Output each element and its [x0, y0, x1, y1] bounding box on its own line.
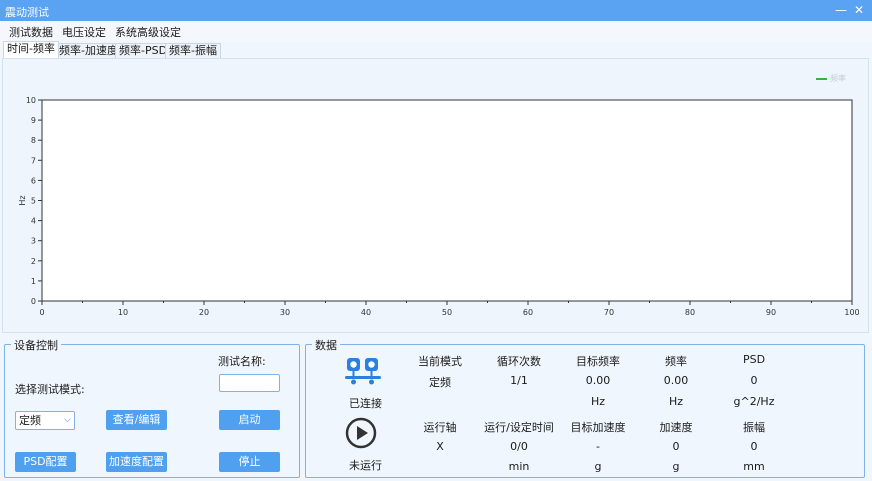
header-run-set-time: 运行/设定时间: [484, 421, 554, 434]
header-acceleration: 加速度: [659, 421, 693, 434]
connected-icon: [345, 358, 381, 385]
window-title: 震动测试: [5, 6, 49, 19]
title-bar: 震动测试 — ✕: [0, 0, 872, 21]
unit-target-frequency: Hz: [590, 395, 606, 408]
view-edit-button[interactable]: 查看/编辑: [106, 410, 167, 430]
plot-area: [41, 99, 853, 302]
stop-button[interactable]: 停止: [219, 452, 280, 472]
y-tick-label: 6: [31, 176, 36, 185]
y-axis-label: Hz: [18, 195, 27, 205]
value-frequency: 0.00: [663, 374, 689, 387]
acceleration-config-button[interactable]: 加速度配置: [106, 452, 167, 472]
tab-frequency-acceleration[interactable]: 频率-加速度: [55, 43, 122, 58]
value-cycle-count: 1/1: [510, 374, 528, 387]
menu-voltage-settings[interactable]: 电压设定: [62, 24, 106, 40]
y-tick-label: 3: [31, 237, 36, 246]
test-mode-select[interactable]: 定频 ⌵: [15, 411, 75, 430]
y-tick-label: 5: [31, 197, 36, 206]
x-tick-label: 10: [118, 308, 128, 317]
value-current-mode: 定频: [429, 376, 451, 389]
tab-frequency-psd[interactable]: 频率-PSD: [115, 43, 172, 58]
unit-acceleration: g: [672, 460, 680, 473]
chart-panel: 频率 0 10 20 30 40 50 60 70 80 90 100 0 1 2 3 4 5 6 7 8 9 10 Hz: [2, 58, 869, 333]
test-mode-value: 定频: [19, 414, 41, 427]
y-tick-label: 2: [31, 257, 36, 266]
y-tick-label: 1: [31, 277, 36, 286]
y-tick-label: 0: [31, 297, 36, 306]
header-current-mode: 当前模式: [418, 355, 462, 368]
close-button[interactable]: ✕: [851, 2, 867, 18]
x-tick-label: 40: [361, 308, 371, 317]
unit-frequency: Hz: [668, 395, 684, 408]
run-status: 未运行: [349, 459, 382, 472]
time-frequency-chart[interactable]: 0 10 20 30 40 50 60 70 80 90 100 0 1 2 3 4 5 6 7 8 9 10 Hz: [3, 59, 870, 334]
value-amplitude: 0: [750, 440, 758, 453]
y-tick-label: 8: [31, 136, 36, 145]
x-tick-label: 30: [280, 308, 290, 317]
chevron-down-icon: ⌵: [64, 415, 71, 425]
psd-config-button[interactable]: PSD配置: [15, 452, 76, 472]
y-tick-label: 9: [31, 116, 36, 125]
start-button[interactable]: 启动: [219, 410, 280, 430]
device-control-group: 设备控制 测试名称: 选择测试模式: 定频 ⌵ 查看/编辑 启动 PSD配置 加…: [4, 337, 300, 478]
x-tick-label: 20: [199, 308, 209, 317]
minimize-button[interactable]: —: [833, 2, 849, 18]
data-title: 数据: [312, 337, 340, 353]
y-tick-label: 7: [31, 156, 36, 165]
test-name-input[interactable]: [219, 374, 280, 392]
menu-advanced-settings[interactable]: 系统高级设定: [115, 24, 181, 40]
x-tick-label: 90: [766, 308, 776, 317]
x-tick-label: 100: [844, 308, 859, 317]
unit-run-set-time: min: [508, 460, 530, 473]
x-tick-label: 60: [523, 308, 533, 317]
tab-time-frequency[interactable]: 时间-频率: [3, 41, 59, 58]
x-tick-label: 50: [442, 308, 452, 317]
value-psd: 0: [750, 374, 758, 387]
test-name-label: 测试名称:: [218, 355, 266, 368]
y-tick-label: 4: [31, 217, 36, 226]
x-tick-label: 70: [604, 308, 614, 317]
device-control-title: 设备控制: [11, 337, 61, 353]
value-run-set-time: 0/0: [510, 440, 528, 453]
header-frequency: 频率: [665, 355, 687, 368]
x-tick-label: 80: [685, 308, 695, 317]
value-run-axis: X: [436, 440, 444, 453]
unit-psd: g^2/Hz: [733, 395, 775, 408]
menu-test-data[interactable]: 测试数据: [9, 24, 53, 40]
connection-status: 已连接: [349, 397, 382, 410]
tab-frequency-amplitude[interactable]: 频率-振幅: [165, 43, 221, 58]
unit-target-acceleration: g: [594, 460, 602, 473]
value-target-acceleration: -: [596, 440, 600, 453]
header-cycle-count: 循环次数: [497, 355, 541, 368]
unit-amplitude: mm: [743, 460, 765, 473]
header-amplitude: 振幅: [743, 421, 765, 434]
y-tick-label: 10: [26, 96, 36, 105]
header-psd: PSD: [742, 353, 766, 366]
data-group: 数据 已连接 未运行 当前模式 循环次数 目标频率 频率 PSD 定频 1/1 …: [305, 337, 865, 478]
x-tick-label: 0: [39, 308, 44, 317]
value-target-frequency: 0.00: [585, 374, 611, 387]
header-run-axis: 运行轴: [423, 421, 457, 434]
test-mode-label: 选择测试模式:: [15, 383, 85, 396]
play-icon[interactable]: [345, 417, 377, 449]
header-target-frequency: 目标频率: [576, 355, 620, 368]
header-target-acceleration: 目标加速度: [570, 421, 626, 434]
value-acceleration: 0: [672, 440, 680, 453]
menu-bar: 测试数据 电压设定 系统高级设定: [0, 21, 872, 41]
